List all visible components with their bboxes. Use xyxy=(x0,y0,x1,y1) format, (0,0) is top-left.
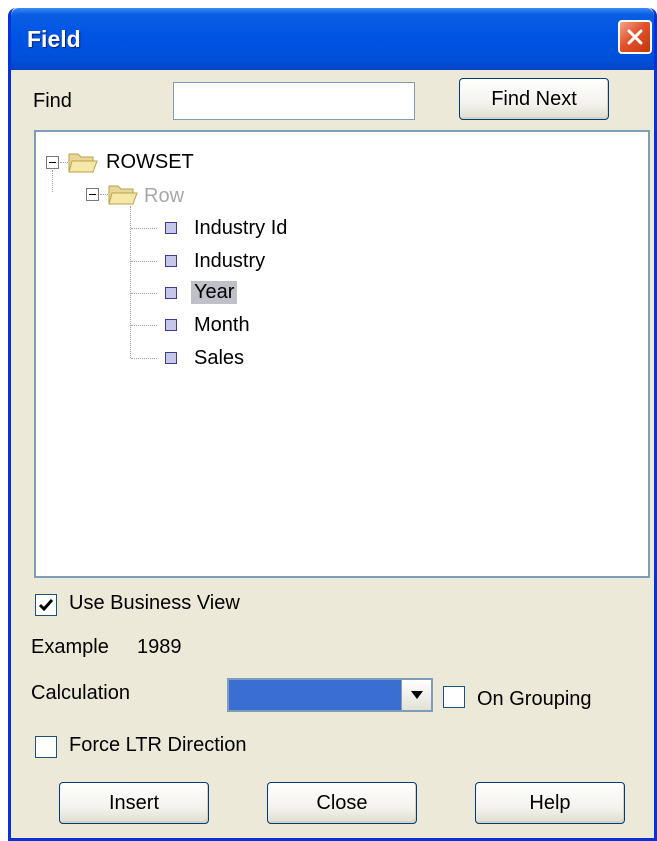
tree-connector xyxy=(52,170,53,192)
tree-connector xyxy=(100,194,108,195)
tree-field-sales[interactable]: Sales xyxy=(194,347,244,370)
title-bar[interactable]: Field xyxy=(11,8,654,70)
insert-button[interactable]: Insert xyxy=(59,782,209,824)
close-icon xyxy=(627,29,643,45)
window-title: Field xyxy=(27,26,81,52)
help-button[interactable]: Help xyxy=(475,782,625,824)
tree-field-year[interactable]: Year xyxy=(191,281,238,304)
tree-connector xyxy=(60,162,68,163)
calculation-select[interactable] xyxy=(227,678,433,712)
tree-connector xyxy=(131,228,157,229)
chevron-down-icon xyxy=(411,691,423,699)
field-tree[interactable]: ROWSET Row Industry Id Industry Year Mon… xyxy=(34,130,650,578)
tree-node-row[interactable]: Row xyxy=(144,185,184,208)
force-ltr-checkbox[interactable] xyxy=(35,736,57,758)
example-value: 1989 xyxy=(137,636,182,658)
checkmark-icon xyxy=(38,599,54,612)
field-icon xyxy=(165,287,177,299)
tree-field-industry-id[interactable]: Industry Id xyxy=(194,217,287,240)
field-dialog: Field Find Find Next ROWSET Row Industry… xyxy=(8,8,657,841)
close-button[interactable]: Close xyxy=(267,782,417,824)
tree-connector xyxy=(131,261,157,262)
tree-connector xyxy=(131,293,157,294)
rowset-collapse-toggle[interactable] xyxy=(46,156,59,169)
close-window-button[interactable] xyxy=(618,20,652,54)
tree-field-month[interactable]: Month xyxy=(194,314,250,337)
folder-open-icon xyxy=(68,153,98,173)
use-business-view-checkbox[interactable] xyxy=(35,594,57,616)
on-grouping-checkbox[interactable] xyxy=(443,686,465,708)
field-icon xyxy=(165,222,177,234)
tree-node-rowset[interactable]: ROWSET xyxy=(106,151,194,174)
tree-connector xyxy=(131,325,157,326)
find-label: Find xyxy=(33,90,72,112)
example-label: Example xyxy=(31,636,109,658)
force-ltr-label: Force LTR Direction xyxy=(69,734,247,756)
tree-field-industry[interactable]: Industry xyxy=(194,250,265,273)
row-collapse-toggle[interactable] xyxy=(86,188,99,201)
field-icon xyxy=(165,255,177,267)
calculation-label: Calculation xyxy=(31,682,130,704)
field-icon xyxy=(165,319,177,331)
find-input[interactable] xyxy=(173,82,415,120)
find-next-button[interactable]: Find Next xyxy=(459,78,609,120)
field-icon xyxy=(165,352,177,364)
use-business-view-label: Use Business View xyxy=(69,592,240,614)
calculation-dropdown-button[interactable] xyxy=(401,680,431,710)
tree-connector xyxy=(131,358,157,359)
folder-open-icon xyxy=(108,185,138,205)
on-grouping-label: On Grouping xyxy=(477,688,592,710)
